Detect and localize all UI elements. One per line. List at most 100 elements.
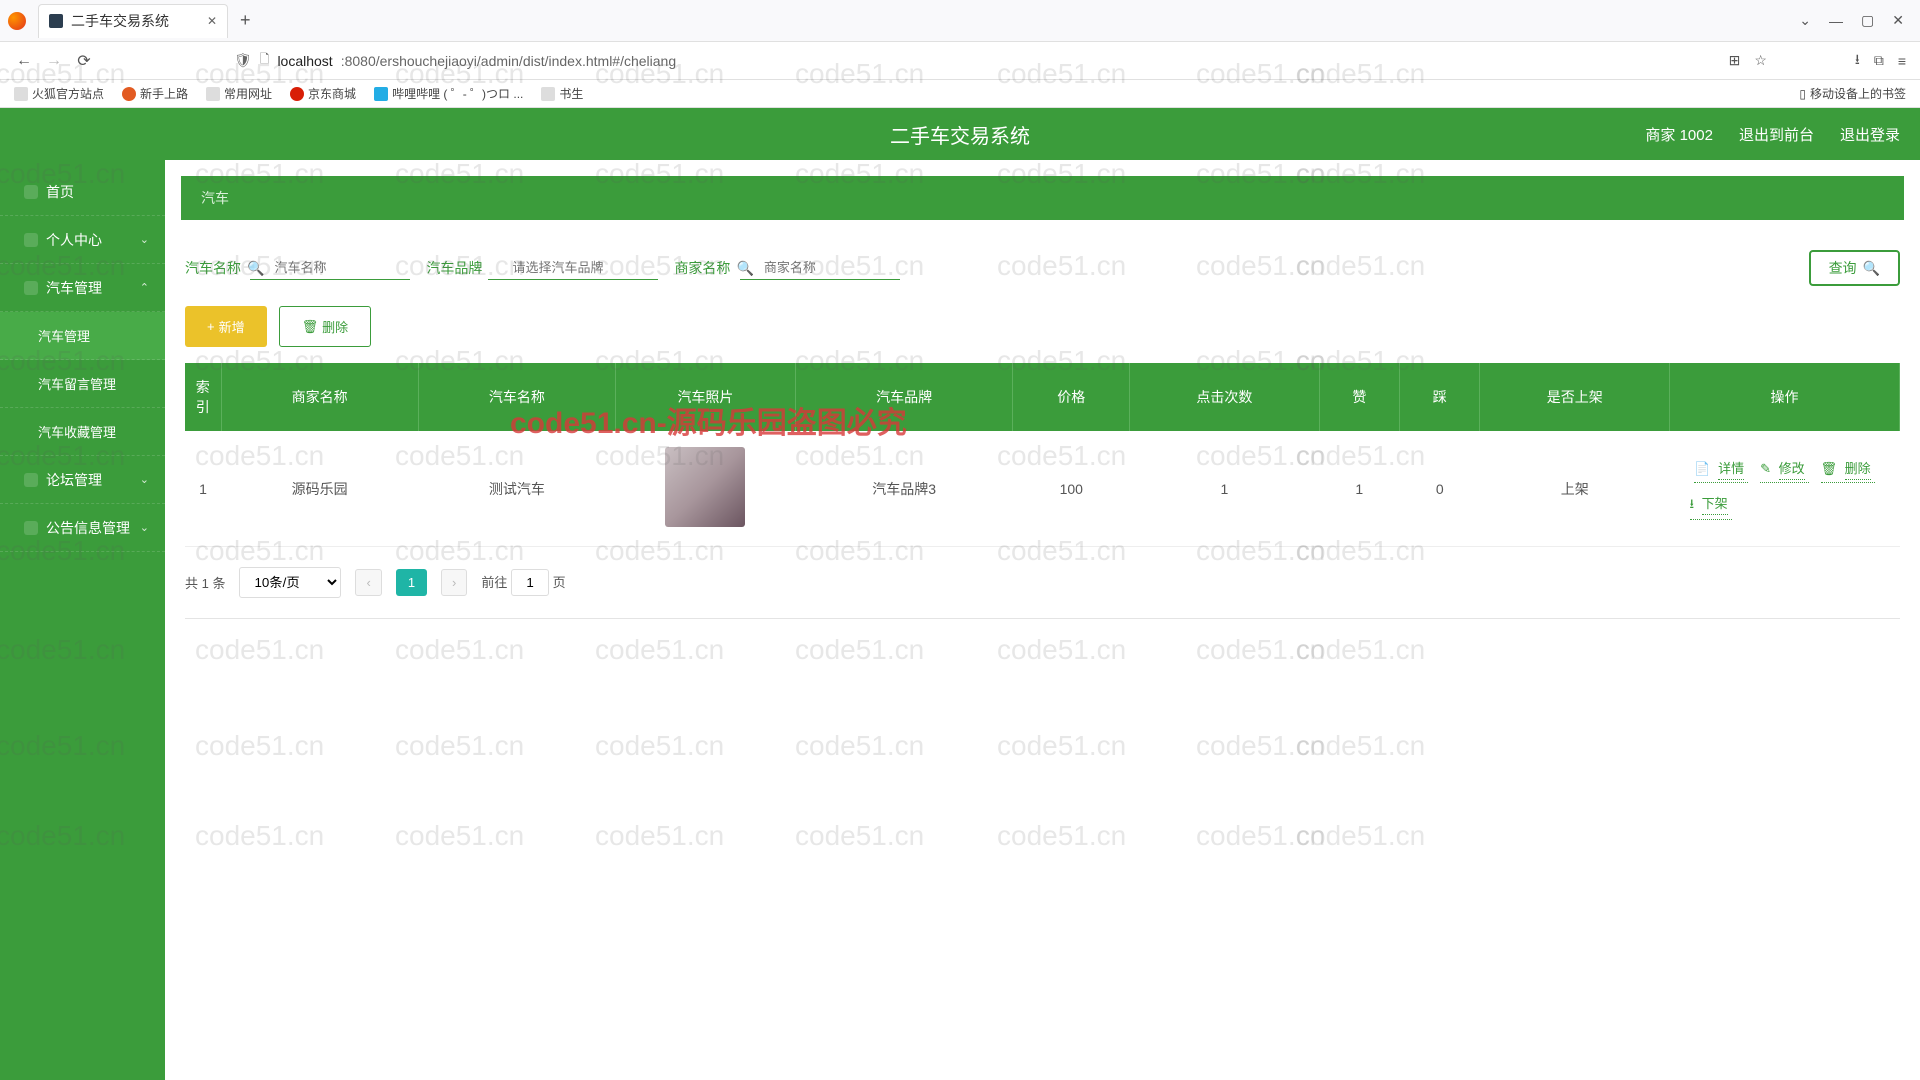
- bookmark-item[interactable]: 哔哩哔哩 ( ゜- ゜)つロ ...: [374, 85, 523, 102]
- th-brand: 汽车品牌: [795, 363, 1012, 431]
- cell-name: 测试汽车: [418, 431, 615, 547]
- forward-icon: →: [44, 52, 64, 70]
- page-title: 二手车交易系统: [890, 120, 1030, 149]
- new-tab-button[interactable]: +: [240, 10, 251, 31]
- th-clicks: 点击次数: [1130, 363, 1319, 431]
- logout-system-link[interactable]: 退出登录: [1840, 124, 1900, 145]
- extensions-icon[interactable]: ⧉: [1874, 52, 1884, 69]
- sidebar-item-notice[interactable]: 公告信息管理⌄: [0, 504, 165, 552]
- back-icon[interactable]: ←: [14, 52, 34, 70]
- page-size-select[interactable]: 10条/页: [239, 567, 341, 598]
- data-table: 索引 商家名称 汽车名称 汽车照片 汽车品牌 价格 点击次数 赞 踩 是否上架 …: [185, 363, 1900, 547]
- app-menu-icon[interactable]: ≡: [1898, 53, 1906, 69]
- page-next-button[interactable]: ›: [441, 569, 467, 596]
- op-edit-link[interactable]: ✎ 修改: [1760, 458, 1809, 483]
- cell-seller: 源码乐园: [221, 431, 418, 547]
- chevron-down-icon: ⌄: [140, 473, 149, 486]
- filter-seller-label: 商家名称: [674, 258, 730, 278]
- filter-name-label: 汽车名称: [185, 258, 241, 278]
- cell-ops: 📄 详情 ✎ 修改 🗑 删除 ⭳ 下架: [1670, 431, 1900, 547]
- cell-photo: [615, 431, 795, 547]
- bookmark-item[interactable]: 火狐官方站点: [14, 85, 104, 102]
- logout-front-link[interactable]: 退出到前台: [1739, 124, 1814, 145]
- close-window-icon[interactable]: ✕: [1892, 12, 1904, 29]
- address-bar[interactable]: 🛡 🗋 localhost :8080/ershouchejiaoyi/admin…: [234, 50, 1275, 71]
- user-label[interactable]: 商家 1002: [1645, 124, 1713, 145]
- sidebar-item-profile[interactable]: 个人中心⌄: [0, 216, 165, 264]
- site-favicon: [49, 14, 63, 28]
- cell-onshelf: 上架: [1480, 431, 1670, 547]
- cell-clicks: 1: [1130, 431, 1319, 547]
- url-path: :8080/ershouchejiaoyi/admin/dist/index.h…: [341, 53, 676, 69]
- bookmark-item[interactable]: 常用网址: [206, 85, 272, 102]
- sidebar-item-car-msg[interactable]: 汽车留言管理: [0, 360, 165, 408]
- cell-brand: 汽车品牌3: [795, 431, 1012, 547]
- filter-name-input[interactable]: [250, 256, 410, 280]
- page-current[interactable]: 1: [396, 569, 427, 596]
- breadcrumb: 汽车: [181, 176, 1904, 220]
- filter-seller-input[interactable]: [740, 256, 900, 280]
- bookmark-star-icon[interactable]: ☆: [1754, 52, 1767, 69]
- table-row: 1 源码乐园 测试汽车 汽车品牌3 100 1 1 0 上架 📄 详情 ✎ 修改…: [185, 431, 1900, 547]
- cell-index: 1: [185, 431, 221, 547]
- reload-icon[interactable]: ⟳: [74, 51, 94, 71]
- sidebar-item-car-manage[interactable]: 汽车管理⌃: [0, 264, 165, 312]
- bookmark-item[interactable]: 新手上路: [122, 85, 188, 102]
- mobile-bookmarks[interactable]: ▯移动设备上的书签: [1799, 85, 1906, 102]
- qr-icon[interactable]: ⊞: [1729, 52, 1741, 69]
- chevron-down-icon: ⌄: [140, 521, 149, 534]
- search-icon: 🔍: [247, 260, 264, 277]
- th-name: 汽车名称: [418, 363, 615, 431]
- th-index: 索引: [185, 363, 221, 431]
- th-seller: 商家名称: [221, 363, 418, 431]
- filter-brand-label: 汽车品牌: [426, 258, 482, 278]
- th-ops: 操作: [1670, 363, 1900, 431]
- lock-icon[interactable]: 🗋: [260, 50, 270, 71]
- th-photo: 汽车照片: [615, 363, 795, 431]
- page-jump-suffix: 页: [553, 575, 566, 590]
- search-icon: 🔍: [1863, 260, 1880, 277]
- cell-like: 1: [1319, 431, 1399, 547]
- url-host: localhost: [277, 53, 332, 69]
- firefox-icon: [8, 12, 26, 30]
- op-delete-link[interactable]: 🗑 删除: [1821, 458, 1875, 483]
- page-total: 共 1 条: [185, 573, 225, 592]
- chevron-up-icon: ⌃: [140, 281, 149, 294]
- op-unshelf-link[interactable]: ⭳ 下架: [1690, 493, 1732, 520]
- tab-title: 二手车交易系统: [71, 11, 169, 31]
- page-prev-button[interactable]: ‹: [355, 569, 381, 596]
- shield-icon[interactable]: 🛡: [234, 52, 252, 69]
- bookmark-item[interactable]: 京东商城: [290, 85, 356, 102]
- sidebar-item-car-list[interactable]: 汽车管理: [0, 312, 165, 360]
- pagination: 共 1 条 10条/页 ‹ 1 › 前往 页: [185, 567, 1900, 598]
- list-all-tabs-icon[interactable]: ⌄: [1799, 12, 1811, 29]
- sidebar-item-forum[interactable]: 论坛管理⌄: [0, 456, 165, 504]
- trash-icon: 🗑: [302, 319, 319, 335]
- cell-price: 100: [1013, 431, 1130, 547]
- sidebar-item-car-fav[interactable]: 汽车收藏管理: [0, 408, 165, 456]
- chevron-down-icon: ⌄: [140, 233, 149, 246]
- op-detail-link[interactable]: 📄 详情: [1694, 458, 1748, 483]
- sidebar-item-home[interactable]: 首页: [0, 168, 165, 216]
- plus-icon: +: [207, 319, 215, 334]
- th-like: 赞: [1319, 363, 1399, 431]
- filter-brand-select[interactable]: [488, 256, 658, 280]
- delete-button[interactable]: 🗑删除: [279, 306, 372, 347]
- car-photo-thumb[interactable]: [665, 447, 745, 527]
- query-button[interactable]: 查询🔍: [1809, 250, 1900, 286]
- maximize-icon[interactable]: ▢: [1861, 12, 1874, 29]
- th-onshelf: 是否上架: [1480, 363, 1670, 431]
- cell-dislike: 0: [1400, 431, 1480, 547]
- page-jump-label: 前往: [481, 575, 507, 590]
- browser-tab[interactable]: 二手车交易系统 ✕: [38, 4, 228, 38]
- minimize-icon[interactable]: —: [1829, 13, 1843, 29]
- add-button[interactable]: +新增: [185, 306, 267, 347]
- page-jump-input[interactable]: [511, 569, 549, 596]
- th-dislike: 踩: [1400, 363, 1480, 431]
- download-icon[interactable]: ⭳: [1855, 49, 1860, 73]
- sidebar: 首页 个人中心⌄ 汽车管理⌃ 汽车管理 汽车留言管理 汽车收藏管理 论坛管理⌄ …: [0, 160, 165, 1080]
- search-icon: 🔍: [736, 260, 753, 277]
- th-price: 价格: [1013, 363, 1130, 431]
- tab-close-icon[interactable]: ✕: [207, 14, 217, 28]
- bookmark-item[interactable]: 书生: [541, 85, 583, 102]
